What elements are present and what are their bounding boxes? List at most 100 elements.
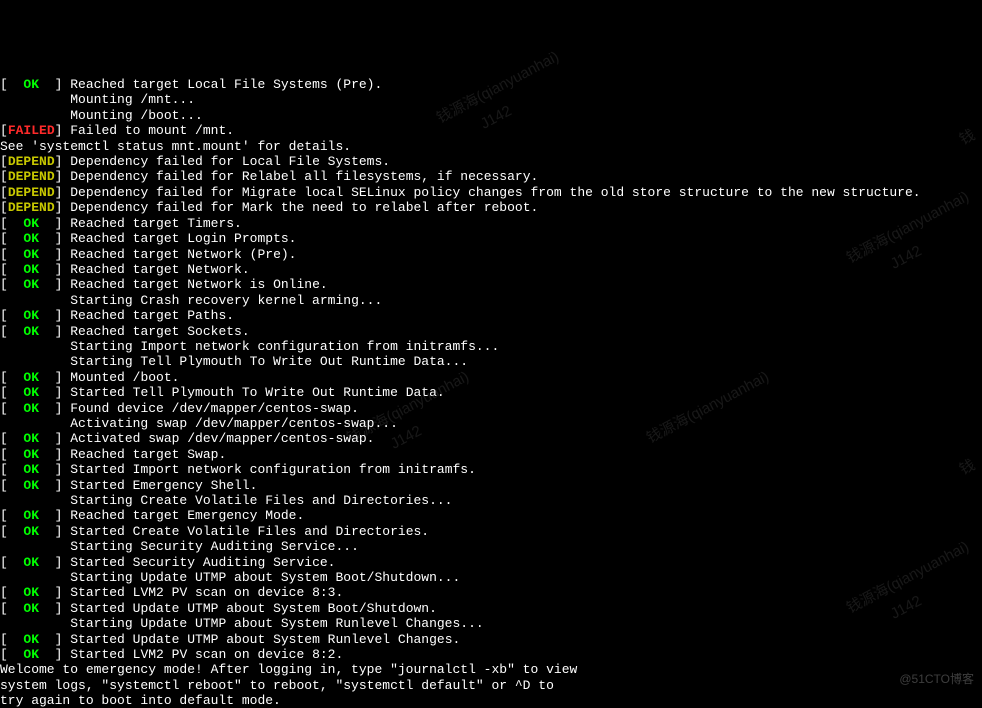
log-message: Dependency failed for Relabel all filesy…	[70, 169, 538, 184]
boot-log-line: [ OK ] Found device /dev/mapper/centos-s…	[0, 401, 982, 416]
boot-log-line: Welcome to emergency mode! After logging…	[0, 662, 982, 677]
boot-log-line: Starting Crash recovery kernel arming...	[0, 293, 982, 308]
status-tag: OK	[8, 478, 55, 493]
log-message: Started LVM2 PV scan on device 8:2.	[70, 647, 343, 662]
boot-log-line: [DEPEND] Dependency failed for Mark the …	[0, 200, 982, 215]
status-tag: OK	[8, 601, 55, 616]
boot-log-line: [ OK ] Reached target Swap.	[0, 447, 982, 462]
log-message: Starting Tell Plymouth To Write Out Runt…	[70, 354, 468, 369]
status-tag: OK	[8, 585, 55, 600]
log-message: Started Update UTMP about System Runleve…	[70, 632, 460, 647]
log-message: Started Create Volatile Files and Direct…	[70, 524, 429, 539]
status-tag: OK	[8, 385, 55, 400]
status-tag: OK	[8, 262, 55, 277]
log-message: Started Emergency Shell.	[70, 478, 257, 493]
log-message: Started Import network configuration fro…	[70, 462, 476, 477]
status-tag: OK	[8, 77, 55, 92]
boot-log-line: [ OK ] Started Update UTMP about System …	[0, 632, 982, 647]
log-message: Started LVM2 PV scan on device 8:3.	[70, 585, 343, 600]
boot-log-line: [ OK ] Started LVM2 PV scan on device 8:…	[0, 585, 982, 600]
log-message: Dependency failed for Local File Systems…	[70, 154, 390, 169]
log-message: Reached target Login Prompts.	[70, 231, 296, 246]
log-message: Activated swap /dev/mapper/centos-swap.	[70, 431, 374, 446]
log-message: Starting Security Auditing Service...	[70, 539, 359, 554]
log-message: Reached target Network is Online.	[70, 277, 327, 292]
log-message: Starting Update UTMP about System Boot/S…	[70, 570, 460, 585]
status-tag: OK	[8, 247, 55, 262]
boot-log-line: See 'systemctl status mnt.mount' for det…	[0, 139, 982, 154]
boot-log-line: Starting Update UTMP about System Runlev…	[0, 616, 982, 631]
log-message: Reached target Paths.	[70, 308, 234, 323]
status-tag: OK	[8, 308, 55, 323]
status-tag: DEPEND	[8, 200, 55, 215]
log-message: Mounting /mnt...	[70, 92, 195, 107]
boot-log-line: Starting Tell Plymouth To Write Out Runt…	[0, 354, 982, 369]
status-tag: OK	[8, 647, 55, 662]
terminal-output: [ OK ] Reached target Local File Systems…	[0, 77, 982, 708]
boot-log-line: Mounting /mnt...	[0, 92, 982, 107]
boot-log-line: [ OK ] Reached target Login Prompts.	[0, 231, 982, 246]
log-message: Reached target Sockets.	[70, 324, 249, 339]
boot-log-line: try again to boot into default mode.	[0, 693, 982, 708]
boot-log-line: [ OK ] Started Update UTMP about System …	[0, 601, 982, 616]
log-message: Mounting /boot...	[70, 108, 203, 123]
status-tag: OK	[8, 370, 55, 385]
status-tag: DEPEND	[8, 169, 55, 184]
log-message: Starting Import network configuration fr…	[70, 339, 499, 354]
log-message: Reached target Network (Pre).	[70, 247, 296, 262]
boot-log-line: [DEPEND] Dependency failed for Migrate l…	[0, 185, 982, 200]
status-tag: OK	[8, 447, 55, 462]
log-message: Started Update UTMP about System Boot/Sh…	[70, 601, 437, 616]
boot-log-line: [ OK ] Reached target Emergency Mode.	[0, 508, 982, 523]
log-message: Started Security Auditing Service.	[70, 555, 335, 570]
log-message: Reached target Local File Systems (Pre).	[70, 77, 382, 92]
boot-log-line: Activating swap /dev/mapper/centos-swap.…	[0, 416, 982, 431]
log-message: Failed to mount /mnt.	[70, 123, 234, 138]
status-tag: OK	[8, 216, 55, 231]
log-message: Dependency failed for Migrate local SELi…	[70, 185, 920, 200]
log-message: Reached target Network.	[70, 262, 249, 277]
log-message: Started Tell Plymouth To Write Out Runti…	[70, 385, 444, 400]
log-message: Welcome to emergency mode! After logging…	[0, 662, 577, 677]
boot-log-line: Starting Update UTMP about System Boot/S…	[0, 570, 982, 585]
log-message: See 'systemctl status mnt.mount' for det…	[0, 139, 351, 154]
boot-log-line: [ OK ] Activated swap /dev/mapper/centos…	[0, 431, 982, 446]
log-message: Found device /dev/mapper/centos-swap.	[70, 401, 359, 416]
log-message: system logs, "systemctl reboot" to reboo…	[0, 678, 554, 693]
status-tag: OK	[8, 431, 55, 446]
boot-log-line: [ OK ] Started Security Auditing Service…	[0, 555, 982, 570]
log-message: Reached target Swap.	[70, 447, 226, 462]
boot-log-line: [ OK ] Reached target Local File Systems…	[0, 77, 982, 92]
boot-log-line: [ OK ] Started Import network configurat…	[0, 462, 982, 477]
status-tag: FAILED	[8, 123, 55, 138]
status-tag: OK	[8, 462, 55, 477]
boot-log-line: [ OK ] Started Tell Plymouth To Write Ou…	[0, 385, 982, 400]
log-message: Dependency failed for Mark the need to r…	[70, 200, 538, 215]
log-message: Mounted /boot.	[70, 370, 179, 385]
log-message: Activating swap /dev/mapper/centos-swap.…	[70, 416, 398, 431]
boot-log-line: [DEPEND] Dependency failed for Relabel a…	[0, 169, 982, 184]
boot-log-line: [DEPEND] Dependency failed for Local Fil…	[0, 154, 982, 169]
status-tag: OK	[8, 508, 55, 523]
boot-log-line: [ OK ] Started Create Volatile Files and…	[0, 524, 982, 539]
status-tag: OK	[8, 555, 55, 570]
status-tag: OK	[8, 324, 55, 339]
log-message: Reached target Timers.	[70, 216, 242, 231]
boot-log-line: [ OK ] Reached target Sockets.	[0, 324, 982, 339]
status-tag: OK	[8, 277, 55, 292]
log-message: Starting Crash recovery kernel arming...	[70, 293, 382, 308]
log-message: Starting Create Volatile Files and Direc…	[70, 493, 452, 508]
status-tag: OK	[8, 401, 55, 416]
boot-log-line: [ OK ] Reached target Network is Online.	[0, 277, 982, 292]
status-tag: OK	[8, 524, 55, 539]
log-message: Reached target Emergency Mode.	[70, 508, 304, 523]
status-tag: OK	[8, 632, 55, 647]
boot-log-line: Mounting /boot...	[0, 108, 982, 123]
boot-log-line: Starting Security Auditing Service...	[0, 539, 982, 554]
log-message: Starting Update UTMP about System Runlev…	[70, 616, 483, 631]
boot-log-line: [ OK ] Mounted /boot.	[0, 370, 982, 385]
boot-log-line: [ OK ] Reached target Paths.	[0, 308, 982, 323]
boot-log-line: [ OK ] Started Emergency Shell.	[0, 478, 982, 493]
status-tag: OK	[8, 231, 55, 246]
boot-log-line: Starting Import network configuration fr…	[0, 339, 982, 354]
